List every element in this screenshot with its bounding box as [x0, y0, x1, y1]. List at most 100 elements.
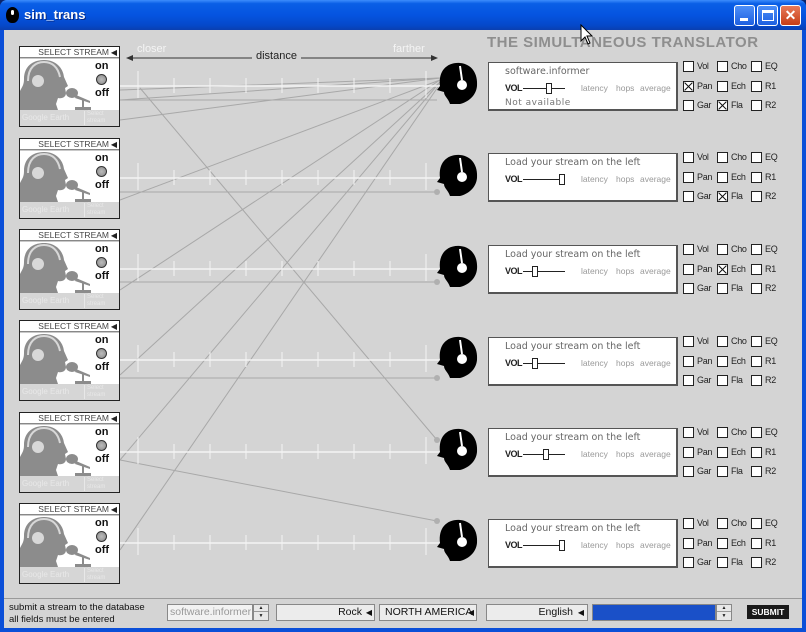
- checkbox-icon[interactable]: [683, 80, 694, 92]
- volume-slider-thumb[interactable]: [543, 449, 549, 460]
- checkbox-icon[interactable]: [717, 61, 728, 72]
- effect-checkbox-r1[interactable]: R1: [751, 171, 795, 185]
- select-stream-dropdown[interactable]: SELECT STREAM ◀: [20, 504, 119, 515]
- checkbox-icon[interactable]: [683, 283, 694, 294]
- volume-slider-thumb[interactable]: [559, 174, 565, 185]
- effect-checkbox-eq[interactable]: EQ: [751, 426, 795, 440]
- language-list-stepper[interactable]: ▲ ▼: [716, 604, 732, 621]
- effect-checkbox-r1[interactable]: R1: [751, 263, 795, 277]
- stream-name-input[interactable]: software.informer: [167, 604, 253, 621]
- checkbox-icon[interactable]: [683, 518, 694, 529]
- stepper-down-icon[interactable]: ▼: [717, 613, 731, 620]
- on-off-toggle[interactable]: [96, 440, 107, 451]
- checkbox-icon[interactable]: [717, 336, 728, 347]
- checkbox-icon[interactable]: [751, 466, 762, 477]
- checkbox-icon[interactable]: [751, 100, 762, 111]
- effect-checkbox-r2[interactable]: R2: [751, 190, 795, 204]
- stream-name-stepper[interactable]: ▲ ▼: [253, 604, 269, 621]
- checkbox-icon[interactable]: [683, 375, 694, 386]
- google-earth-link[interactable]: Google Earth Select stream: [20, 202, 119, 218]
- google-earth-link[interactable]: Google Earth Select stream: [20, 293, 119, 309]
- checkbox-icon[interactable]: [751, 427, 762, 438]
- select-stream-dropdown[interactable]: SELECT STREAM ◀: [20, 413, 119, 424]
- volume-slider-track[interactable]: [523, 88, 565, 89]
- checkbox-icon[interactable]: [751, 557, 762, 568]
- checkbox-icon[interactable]: [751, 518, 762, 529]
- select-stream-dropdown[interactable]: SELECT STREAM ◀: [20, 139, 119, 150]
- checkbox-icon[interactable]: [683, 355, 694, 367]
- checkbox-icon[interactable]: [683, 191, 694, 202]
- volume-slider-thumb[interactable]: [559, 540, 565, 551]
- effect-checkbox-r2[interactable]: R2: [751, 99, 795, 113]
- checkbox-icon[interactable]: [751, 244, 762, 255]
- checkbox-icon[interactable]: [751, 80, 762, 92]
- checkbox-icon[interactable]: [717, 152, 728, 163]
- checkbox-icon[interactable]: [717, 283, 728, 294]
- checkbox-icon[interactable]: [683, 446, 694, 458]
- effect-checkbox-eq[interactable]: EQ: [751, 151, 795, 165]
- language-list-input[interactable]: [592, 604, 716, 621]
- volume-slider-track[interactable]: [523, 271, 565, 272]
- checkbox-icon[interactable]: [683, 466, 694, 477]
- checkbox-icon[interactable]: [683, 263, 694, 275]
- effect-checkbox-r2[interactable]: R2: [751, 556, 795, 570]
- checkbox-icon[interactable]: [717, 537, 728, 549]
- effect-checkbox-eq[interactable]: EQ: [751, 517, 795, 531]
- effect-checkbox-r2[interactable]: R2: [751, 465, 795, 479]
- genre-select[interactable]: Rock ◀: [276, 604, 375, 621]
- checkbox-icon[interactable]: [717, 100, 728, 111]
- checkbox-icon[interactable]: [751, 446, 762, 458]
- select-stream-dropdown[interactable]: SELECT STREAM ◀: [20, 230, 119, 241]
- effect-checkbox-eq[interactable]: EQ: [751, 243, 795, 257]
- effect-checkbox-eq[interactable]: EQ: [751, 60, 795, 74]
- checkbox-icon[interactable]: [717, 355, 728, 367]
- checkbox-icon[interactable]: [717, 191, 728, 202]
- checkbox-icon[interactable]: [717, 427, 728, 438]
- checkbox-icon[interactable]: [751, 336, 762, 347]
- checkbox-icon[interactable]: [683, 244, 694, 255]
- select-stream-dropdown[interactable]: SELECT STREAM ◀: [20, 321, 119, 332]
- checkbox-icon[interactable]: [717, 518, 728, 529]
- checkbox-icon[interactable]: [683, 152, 694, 163]
- checkbox-icon[interactable]: [717, 466, 728, 477]
- volume-slider-thumb[interactable]: [532, 358, 538, 369]
- checkbox-icon[interactable]: [751, 355, 762, 367]
- on-off-toggle[interactable]: [96, 74, 107, 85]
- volume-slider-thumb[interactable]: [546, 83, 552, 94]
- effect-checkbox-r1[interactable]: R1: [751, 80, 795, 94]
- effect-checkbox-eq[interactable]: EQ: [751, 335, 795, 349]
- checkbox-icon[interactable]: [751, 191, 762, 202]
- checkbox-icon[interactable]: [751, 171, 762, 183]
- checkbox-icon[interactable]: [717, 557, 728, 568]
- checkbox-icon[interactable]: [717, 263, 728, 275]
- language-select[interactable]: English ◀: [486, 604, 588, 621]
- effect-checkbox-r1[interactable]: R1: [751, 355, 795, 369]
- checkbox-icon[interactable]: [751, 283, 762, 294]
- checkbox-icon[interactable]: [683, 171, 694, 183]
- select-stream-dropdown[interactable]: SELECT STREAM ◀: [20, 47, 119, 58]
- region-select[interactable]: NORTH AMERICA ◀: [379, 604, 477, 621]
- google-earth-link[interactable]: Google Earth Select stream: [20, 384, 119, 400]
- checkbox-icon[interactable]: [717, 446, 728, 458]
- checkbox-icon[interactable]: [683, 336, 694, 347]
- stepper-up-icon[interactable]: ▲: [717, 605, 731, 612]
- checkbox-icon[interactable]: [683, 427, 694, 438]
- checkbox-icon[interactable]: [751, 152, 762, 163]
- submit-button[interactable]: SUBMIT: [747, 605, 789, 619]
- stepper-up-icon[interactable]: ▲: [254, 605, 268, 612]
- checkbox-icon[interactable]: [683, 537, 694, 549]
- checkbox-icon[interactable]: [683, 557, 694, 568]
- checkbox-icon[interactable]: [751, 61, 762, 72]
- on-off-toggle[interactable]: [96, 531, 107, 542]
- on-off-toggle[interactable]: [96, 348, 107, 359]
- checkbox-icon[interactable]: [751, 375, 762, 386]
- google-earth-link[interactable]: Google Earth Select stream: [20, 110, 119, 126]
- checkbox-icon[interactable]: [717, 244, 728, 255]
- checkbox-icon[interactable]: [751, 537, 762, 549]
- effect-checkbox-r1[interactable]: R1: [751, 537, 795, 551]
- volume-slider-thumb[interactable]: [532, 266, 538, 277]
- volume-slider-track[interactable]: [523, 363, 565, 364]
- checkbox-icon[interactable]: [717, 375, 728, 386]
- effect-checkbox-r2[interactable]: R2: [751, 282, 795, 296]
- checkbox-icon[interactable]: [717, 80, 728, 92]
